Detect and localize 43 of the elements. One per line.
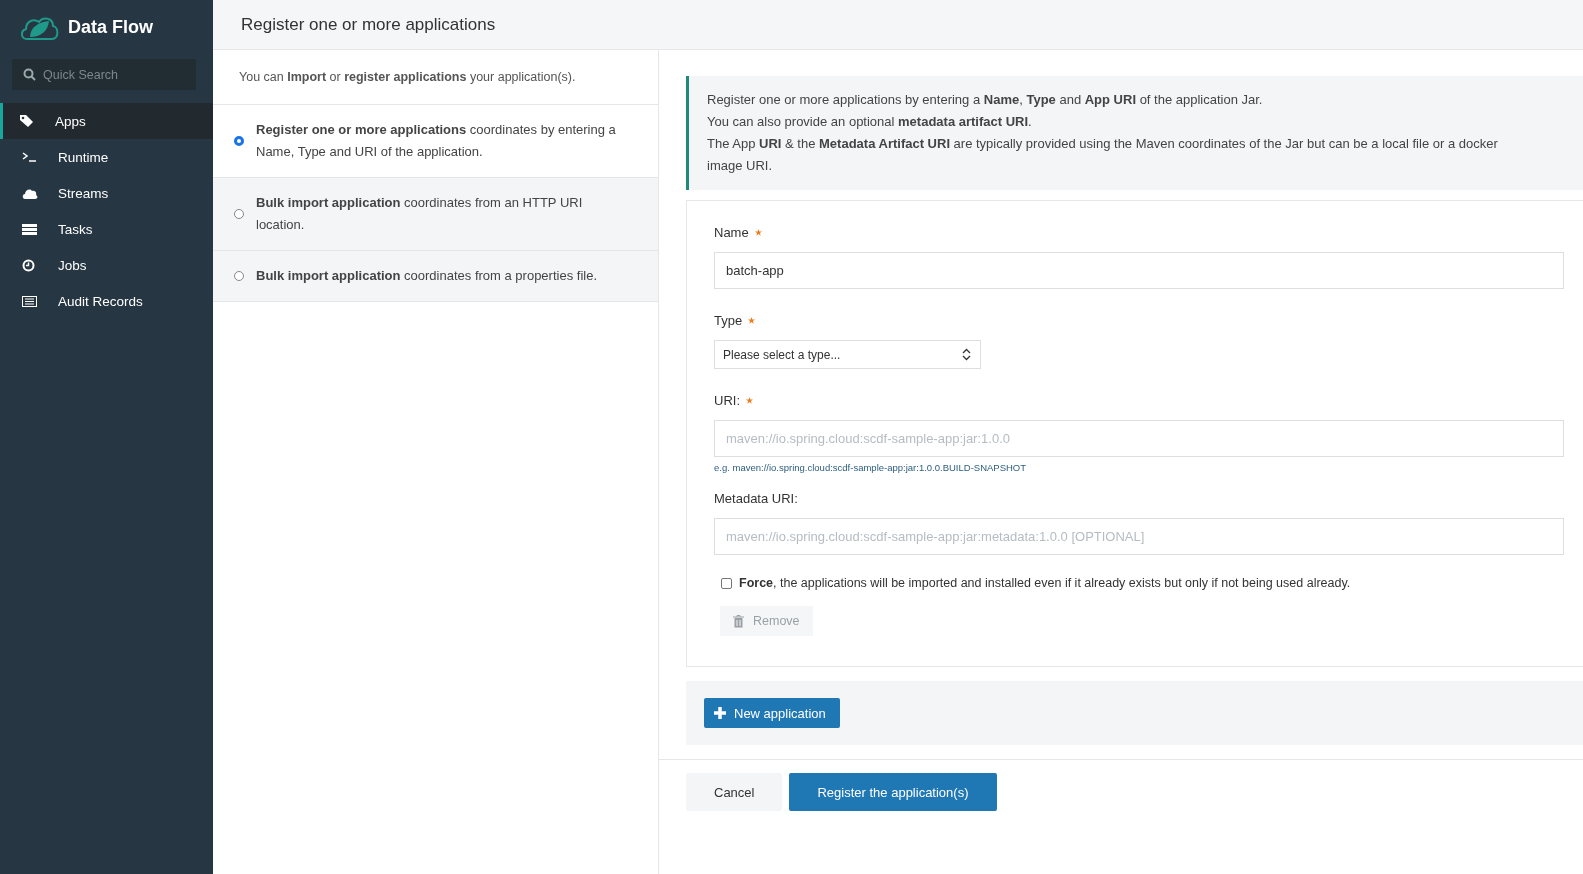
option-text: Bulk import application coordinates from a properties file. (256, 267, 598, 285)
register-button[interactable]: Register the application(s) (789, 773, 997, 811)
chevron-updown-icon (962, 348, 971, 361)
radio-button[interactable] (234, 209, 244, 219)
list-icon (22, 223, 37, 235)
type-select[interactable]: Please select a type... (714, 340, 981, 369)
log-icon (22, 295, 37, 307)
field-hint: e.g. maven://io.spring.cloud:scdf-sample-app:jar:1.0.0.BUILD-SNAPSHOT (714, 462, 1028, 473)
field-label: Name (714, 225, 749, 240)
cancel-button[interactable]: Cancel (686, 773, 783, 811)
info-line: You can also provide an optional metadata artifact URI. (707, 113, 1033, 131)
nav-item[interactable]: Audit Records (0, 283, 213, 319)
search-field[interactable]: Quick Search (12, 59, 196, 90)
page-title: Register one or more applications (241, 14, 496, 35)
field-label: Metadata URI: (714, 491, 798, 506)
terminal-icon (22, 152, 37, 162)
nav-item[interactable]: Streams (0, 175, 213, 211)
text-field[interactable]: maven://io.spring.cloud:scdf-sample-app:jar:1.0.0 (714, 420, 1564, 457)
trash-icon (733, 614, 744, 628)
option-row[interactable]: Bulk import application coordinates from an HTTP URI location. (213, 178, 658, 251)
field-label: Type (714, 313, 743, 328)
cloud-icon (22, 187, 38, 199)
option-text: Register one or more applications coordinates by entering a Name, Type and URI of the application. (256, 121, 617, 161)
force-text: Force, the applications will be imported and installed even if it already exists but only if not being used already. (739, 576, 1351, 590)
clock-icon (22, 258, 35, 272)
app-title: Data Flow (68, 16, 153, 38)
force-checkbox[interactable] (721, 577, 732, 589)
info-line: The App URI & the Metadata Artifact URI are typically provided using the Maven coordinates of the Jar but can be a local file or a docker image URI. (707, 135, 1499, 175)
option-text: Bulk import application coordinates from an HTTP URI location. (256, 194, 584, 234)
plus-icon (714, 707, 726, 719)
field-label: URI: (714, 393, 740, 408)
info-line: Register one or more applications by entering a Name, Type and App URI of the application Jar. (707, 91, 1264, 109)
radio-button[interactable] (234, 136, 244, 146)
new-application-button[interactable]: New application (704, 698, 840, 728)
text-field[interactable]: maven://io.spring.cloud:scdf-sample-app:jar:metadata:1.0.0 [OPTIONAL] (714, 518, 1564, 555)
nav-item[interactable]: Apps (0, 103, 213, 139)
text-field[interactable]: batch-app (714, 252, 1564, 289)
nav-item[interactable]: Runtime (0, 139, 213, 175)
radio-button[interactable] (234, 271, 244, 281)
nav-item[interactable]: Jobs (0, 247, 213, 283)
tag-icon (19, 114, 35, 128)
nav-item[interactable]: Tasks (0, 211, 213, 247)
option-row[interactable]: Bulk import application coordinates from a properties file. (213, 251, 658, 302)
